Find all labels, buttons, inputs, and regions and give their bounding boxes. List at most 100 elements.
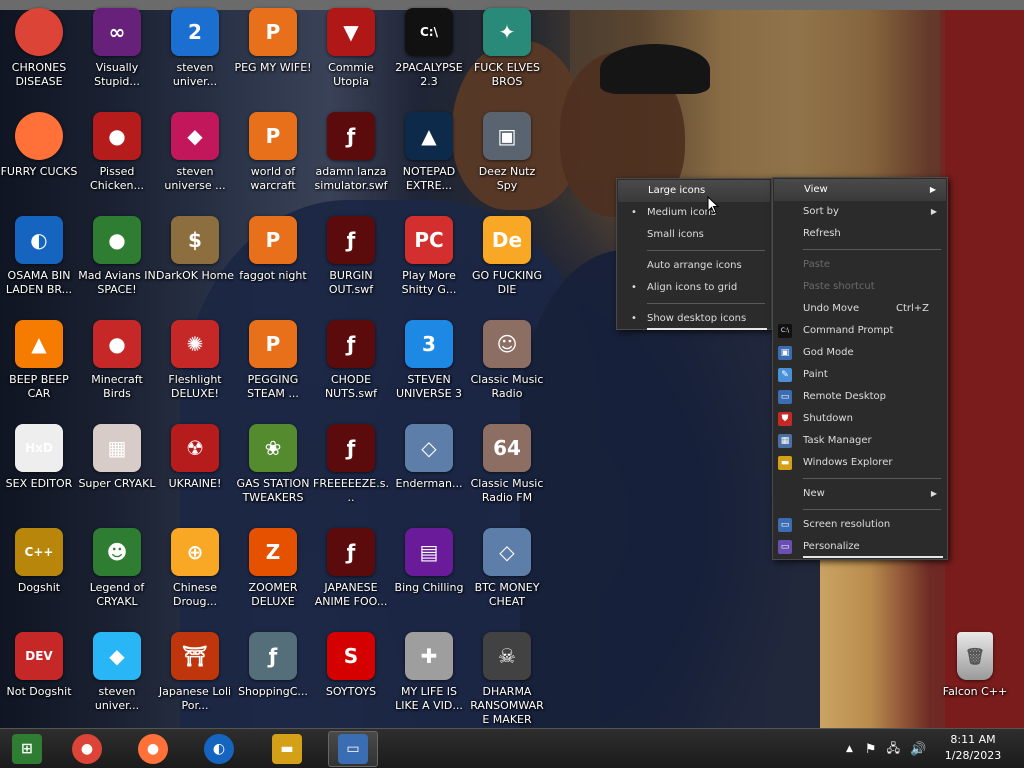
menu-item-new[interactable]: New ▶ — [773, 483, 947, 505]
game-box-icon: ▤ — [405, 528, 453, 576]
desktop-icon-label: 2PACALYPSE 2.3 — [395, 61, 463, 88]
menu-item-god-mode[interactable]: ▣ God Mode — [773, 342, 947, 364]
desktop-icon[interactable]: Z ZOOMER DELUXE — [234, 528, 312, 628]
taskbar-obama-logo[interactable]: ◐ — [194, 731, 244, 767]
volume-icon[interactable]: 🔊 — [910, 742, 926, 757]
desktop-icon[interactable]: ◇ Enderman... — [390, 424, 468, 524]
desktop-icon-label: Classic Music Radio — [470, 373, 544, 400]
menu-item-windows-explorer[interactable]: ▬ Windows Explorer — [773, 452, 947, 474]
desktop-icon[interactable]: ∞ Visually Stupid... — [78, 8, 156, 108]
desktop-icon-label: BEEP BEEP CAR — [9, 373, 69, 400]
desktop-icon[interactable]: ❀ GAS STATION TWEAKERS — [234, 424, 312, 524]
desktop-icon[interactable]: HxD SEX EDITOR — [0, 424, 78, 524]
desktop-icon[interactable]: C:\ 2PACALYPSE 2.3 — [390, 8, 468, 108]
action-center-flag-icon[interactable]: ⚑ — [865, 742, 877, 757]
desktop-icon[interactable]: CHRONES DISEASE — [0, 8, 78, 108]
desktop-icon[interactable]: ✺ Fleshlight DELUXE! — [156, 320, 234, 420]
menu-item-large-icons[interactable]: Large icons — [618, 180, 770, 202]
desktop-icon[interactable]: 3 STEVEN UNIVERSE 3 — [390, 320, 468, 420]
desktop-icon[interactable]: ● Mad Avians IN SPACE! — [78, 216, 156, 316]
menu-item-medium-icons[interactable]: • Medium icons — [617, 202, 771, 224]
desktop-icon-label: BURGIN OUT.swf — [328, 269, 374, 296]
desktop-icon[interactable]: ◆ steven univer... — [78, 632, 156, 732]
peggle-icon: P — [249, 8, 297, 56]
desktop-icon-label: Japanese Loli Por... — [158, 685, 232, 712]
menu-item-screen-resolution[interactable]: ▭ Screen resolution — [773, 514, 947, 536]
desktop-icon[interactable]: P PEG MY WIFE! — [234, 8, 312, 108]
menu-item-task-manager[interactable]: ▦ Task Manager — [773, 430, 947, 452]
menu-item-view[interactable]: View ▶ — [774, 179, 946, 201]
show-hidden-icons-icon[interactable]: ▲ — [846, 744, 853, 754]
desktop-icon[interactable]: P PEGGING STEAM ... — [234, 320, 312, 420]
desktop-icon[interactable]: ▦ Super CRYAKL — [78, 424, 156, 524]
taskbar-clock[interactable]: 8:11 AM 1/28/2023 — [938, 732, 1008, 764]
desktop-icon[interactable]: ƒ FREEEEEZE.s... — [312, 424, 390, 524]
menu-item-paste-shortcut[interactable]: Paste shortcut — [773, 276, 947, 298]
desktop-icon[interactable]: 2 steven univer... — [156, 8, 234, 108]
menu-item-command-prompt[interactable]: C:\ Command Prompt — [773, 320, 947, 342]
desktop-icon[interactable]: ✚ MY LIFE IS LIKE A VID... — [390, 632, 468, 732]
desktop-icon[interactable]: ● Minecraft Birds — [78, 320, 156, 420]
menu-item-auto-arrange[interactable]: Auto arrange icons — [617, 255, 771, 277]
desktop-icon-label: Bing Chilling — [394, 581, 464, 594]
desktop-icon[interactable]: ⛩ Japanese Loli Por... — [156, 632, 234, 732]
desktop-icon[interactable]: Pfaggot night — [234, 216, 312, 316]
menu-item-show-desktop-icons[interactable]: • Show desktop icons — [617, 308, 771, 330]
desktop-icon-label: Falcon C++ — [942, 685, 1008, 698]
desktop-icon[interactable]: $ DarkOK Home — [156, 216, 234, 316]
taskbar-chrome[interactable]: ● — [62, 731, 112, 767]
desktop-icon[interactable]: ▼ Commie Utopia — [312, 8, 390, 108]
desktop-icon[interactable]: 64 Classic Music Radio FM — [468, 424, 546, 524]
menu-item-undo-move[interactable]: Undo Move Ctrl+Z — [773, 298, 947, 320]
menu-item-paint[interactable]: ✎ Paint — [773, 364, 947, 386]
network-icon[interactable]: 🖧 — [887, 739, 900, 760]
menu-item-small-icons[interactable]: Small icons — [617, 224, 771, 246]
desktop-icon-recycle-bin[interactable]: 🗑 Falcon C++ — [936, 632, 1014, 732]
desktop-icon[interactable]: C++ Dogshit — [0, 528, 78, 628]
desktop-icon[interactable]: ✦ FUCK ELVES BROS — [468, 8, 546, 108]
desktop-icon[interactable]: DEV Not Dogshit — [0, 632, 78, 732]
taskbar-firefox[interactable]: ● — [128, 731, 178, 767]
desktop-icon[interactable]: S SOYTOYS — [312, 632, 390, 732]
desktop-icon[interactable]: ⊕ Chinese Droug... — [156, 528, 234, 628]
desktop-icon[interactable]: De GO FUCKING DIE — [468, 216, 546, 316]
menu-item-sort-by[interactable]: Sort by ▶ — [773, 201, 947, 223]
desktop-icon-label: OSAMA BIN LADEN BR... — [5, 269, 73, 296]
desktop-icon[interactable]: ƒ CHODE NUTS.swf — [312, 320, 390, 420]
desktop-icon[interactable]: ◐ OSAMA BIN LADEN BR... — [0, 216, 78, 316]
desktop-context-menu: View ▶ Sort by ▶ Refresh Paste Paste sho… — [772, 177, 948, 560]
taskbar-start-button[interactable]: ⊞ — [2, 731, 52, 767]
taskbar-desktop-app[interactable]: ▭ — [328, 731, 378, 767]
menu-item-remote-desktop[interactable]: ▭ Remote Desktop — [773, 386, 947, 408]
desktop-icon[interactable]: ▣ Deez Nutz Spy — [468, 112, 546, 212]
desktop-icon[interactable]: ƒ ShoppingC... — [234, 632, 312, 732]
taskbar-explorer[interactable]: ▬ — [262, 731, 312, 767]
desktop-icon[interactable]: ▤ Bing Chilling — [390, 528, 468, 628]
menu-item-align-to-grid[interactable]: • Align icons to grid — [617, 277, 771, 299]
folder-icon: ▬ — [272, 734, 302, 764]
desktop-icon[interactable]: ƒ JAPANESE ANIME FOO... — [312, 528, 390, 628]
menu-item-personalize[interactable]: ▭ Personalize — [773, 536, 947, 558]
desktop-icon[interactable]: FURRY CUCKS — [0, 112, 78, 212]
system-tray: ▲ ⚑ 🖧 🔊 — [846, 729, 926, 768]
red-fuzzy-icon: ✺ — [171, 320, 219, 368]
menu-item-refresh[interactable]: Refresh — [773, 223, 947, 245]
desktop-icon[interactable]: ☠ DHARMA RANSOMWARE MAKER — [468, 632, 546, 732]
desktop-icon[interactable]: ▲ BEEP BEEP CAR — [0, 320, 78, 420]
desktop-icon[interactable]: PC Play More Shitty G... — [390, 216, 468, 316]
desktop-icon-label: adamn lanza simulator.swf — [314, 165, 388, 192]
desktop-icon[interactable]: Pworld of warcraft — [234, 112, 312, 212]
desktop-icon[interactable]: ☺ Classic Music Radio — [468, 320, 546, 420]
desktop-icon[interactable]: ● Pissed Chicken... — [78, 112, 156, 212]
desktop-icon[interactable]: ◇ BTC MONEY CHEAT — [468, 528, 546, 628]
menu-item-shutdown[interactable]: ⛊ Shutdown — [773, 408, 947, 430]
desktop-icon[interactable]: ƒ adamn lanza simulator.swf — [312, 112, 390, 212]
desktop-icon[interactable]: ☢ UKRAINE! — [156, 424, 234, 524]
desktop-icon-label: Not Dogshit — [6, 685, 72, 698]
desktop-icon[interactable]: ☻ Legend of CRYAKL — [78, 528, 156, 628]
desktop-icon[interactable]: ▲ NOTEPAD EXTRE... — [390, 112, 468, 212]
desktop-icon[interactable]: ƒ BURGIN OUT.swf — [312, 216, 390, 316]
desktop-icon[interactable]: ◆ steven universe ... — [156, 112, 234, 212]
menu-item-paste[interactable]: Paste — [773, 254, 947, 276]
desktop-icon-label: MY LIFE IS LIKE A VID... — [395, 685, 463, 712]
